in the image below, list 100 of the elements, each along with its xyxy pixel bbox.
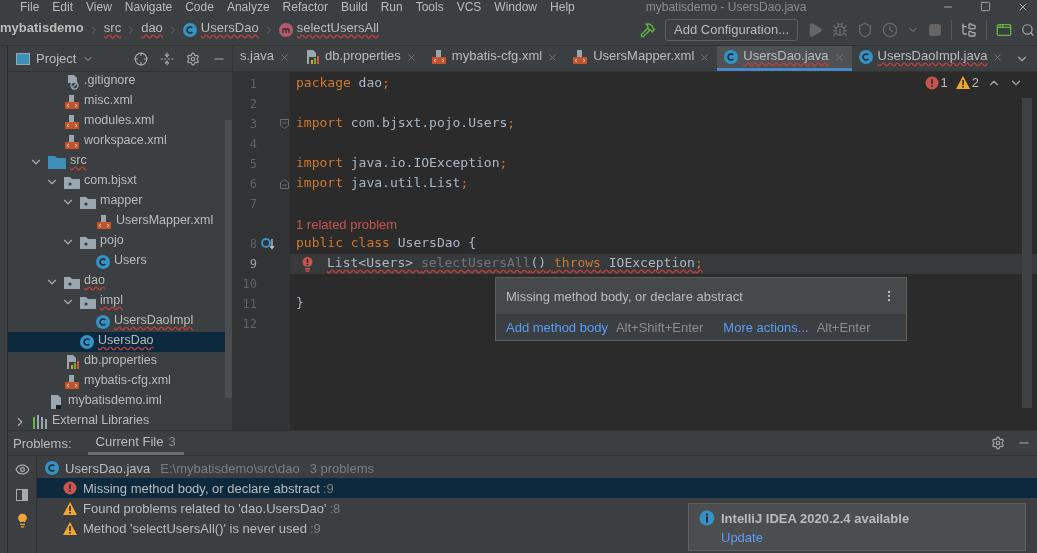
menu-item[interactable]: Run	[380, 0, 403, 14]
menu-item[interactable]: Help	[550, 0, 575, 14]
editor-tab[interactable]: UsersMapper.xml	[565, 46, 718, 71]
tree-item[interactable]: com.bjsxt	[8, 172, 225, 192]
editor-tab[interactable]: UsersDao.java	[717, 46, 852, 71]
breadcrumb[interactable]: dao	[141, 20, 163, 39]
tree-item-label: db.properties	[84, 353, 157, 369]
project-title[interactable]: Project	[36, 51, 77, 66]
update-link[interactable]: Update	[721, 530, 1015, 545]
tree-item[interactable]: src	[8, 152, 225, 172]
menu-item[interactable]: File	[20, 0, 40, 14]
crosshair-icon[interactable]	[134, 51, 148, 66]
xml-file-icon	[64, 94, 80, 110]
editor-tab[interactable]: UsersDaoImpl.java	[851, 46, 1011, 71]
tree-item-label: mapper	[100, 193, 143, 209]
menu-item[interactable]: View	[86, 0, 112, 14]
error-bulb-icon[interactable]	[302, 256, 313, 272]
tree-item[interactable]: UsersMapper.xml	[8, 212, 225, 232]
code-line: List<Users> selectUsersAll() throws IOException;	[327, 255, 703, 272]
tree-item[interactable]: modules.xml	[8, 112, 225, 132]
inlay-hint[interactable]: 1 related problem	[296, 216, 398, 232]
popup-message: Missing method body, or declare abstract	[506, 288, 743, 304]
menu-item[interactable]: VCS	[456, 0, 482, 14]
eye-icon[interactable]	[14, 462, 30, 477]
editor-tab[interactable]: mybatis-cfg.xml	[423, 46, 566, 71]
tree-item[interactable]: workspace.xml	[8, 132, 225, 152]
editor-tab[interactable]: s.java	[233, 46, 297, 71]
problem-row[interactable]: Found problems related to 'dao.UsersDao' :8	[37, 498, 351, 518]
tree-item[interactable]: mybatis-cfg.xml	[8, 372, 225, 392]
tree-item[interactable]: misc.xml	[8, 92, 225, 112]
breadcrumb[interactable]: mybatisdemo	[0, 20, 84, 39]
xml-file-icon	[64, 134, 80, 150]
preview-icon[interactable]	[16, 489, 28, 501]
menu-item[interactable]: Code	[185, 0, 214, 14]
menu-item[interactable]: Build	[340, 0, 368, 14]
menu-item[interactable]: Analyze	[226, 0, 270, 14]
warning-count[interactable]: 2	[955, 75, 979, 90]
search-icon[interactable]	[1021, 22, 1035, 37]
scrollbar[interactable]	[225, 120, 232, 398]
problem-row[interactable]: Missing method body, or declare abstract :9	[37, 478, 1037, 498]
tab-label: s.java	[240, 47, 274, 65]
close-icon[interactable]	[1017, 1, 1029, 13]
tree-item[interactable]: .gitignore	[8, 72, 225, 92]
breadcrumb[interactable]: selectUsersAll	[296, 20, 379, 39]
class-icon	[80, 335, 94, 349]
problem-count: 3 problems	[309, 460, 375, 476]
tab-label: UsersDaoImpl.java	[877, 47, 988, 65]
problem-row[interactable]: Method 'selectUsersAll()' is never used :9	[37, 518, 331, 538]
settings-icon[interactable]	[186, 51, 200, 66]
module-file-icon	[48, 394, 64, 410]
editor-tab[interactable]: db.properties	[296, 46, 424, 71]
action-link[interactable]: More actions...	[723, 319, 809, 335]
maximize-icon[interactable]	[980, 1, 991, 12]
tree-item[interactable]: UsersDaoImpl	[8, 312, 225, 332]
code-line: }	[296, 295, 304, 312]
close-icon[interactable]	[547, 51, 559, 63]
error-count[interactable]: 1	[924, 75, 948, 90]
tree-item[interactable]: impl	[8, 292, 225, 312]
menu-item[interactable]: Tools	[415, 0, 444, 14]
tree-item[interactable]: pojo	[8, 232, 225, 252]
close-icon[interactable]	[278, 51, 290, 63]
file-path: E:\mybatisdemo\src\dao	[160, 460, 300, 476]
class-icon	[858, 50, 873, 64]
error-icon	[63, 481, 77, 495]
scrollbar[interactable]	[1022, 98, 1032, 408]
tree-item-label: dao	[84, 273, 105, 289]
folder-icon	[48, 155, 66, 169]
close-icon[interactable]	[992, 51, 1004, 63]
add-configuration-button[interactable]: Add Configuration...	[665, 18, 798, 41]
menu-item[interactable]: Window	[494, 0, 538, 14]
close-icon[interactable]	[405, 51, 417, 63]
menu-item[interactable]: Edit	[52, 0, 74, 14]
window-icon[interactable]	[996, 21, 1012, 38]
breadcrumb[interactable]: UsersDao	[200, 20, 259, 39]
panel-tab[interactable]: Current File 3	[87, 431, 184, 455]
menu-item[interactable]: Navigate	[124, 0, 173, 14]
tree-item-label: modules.xml	[84, 113, 155, 129]
settings-icon[interactable]	[991, 436, 1005, 450]
fold-icon[interactable]	[280, 119, 289, 129]
implemented-marker-icon[interactable]	[261, 238, 275, 250]
tab-label: UsersDao.java	[743, 47, 829, 65]
tree-item[interactable]: mapper	[8, 192, 225, 212]
tree-item[interactable]: UsersDao	[8, 332, 225, 352]
tree-item[interactable]: dao	[8, 272, 225, 292]
tree-item[interactable]: db.properties	[8, 352, 225, 372]
action-link[interactable]: Add method body	[506, 319, 608, 335]
tree-item[interactable]: mybatisdemo.iml	[8, 392, 225, 412]
menu-item[interactable]: Refactor	[282, 0, 328, 14]
tree-item[interactable]: Users	[8, 252, 225, 272]
collapse-icon[interactable]	[160, 51, 174, 66]
tree-item-label: src	[70, 153, 87, 169]
breadcrumb[interactable]: src	[103, 20, 122, 39]
fold-icon[interactable]	[280, 179, 289, 189]
xml-file-icon	[430, 49, 447, 65]
folder-tree-icon[interactable]	[961, 21, 977, 38]
tree-item-label: External Libraries	[52, 413, 150, 429]
tree-item[interactable]: External Libraries	[8, 412, 225, 430]
close-icon[interactable]	[699, 51, 711, 63]
hammer-icon[interactable]	[640, 21, 657, 38]
file-row[interactable]: UsersDao.java E:\mybatisdemo\src\dao 3 problems	[37, 458, 1037, 478]
